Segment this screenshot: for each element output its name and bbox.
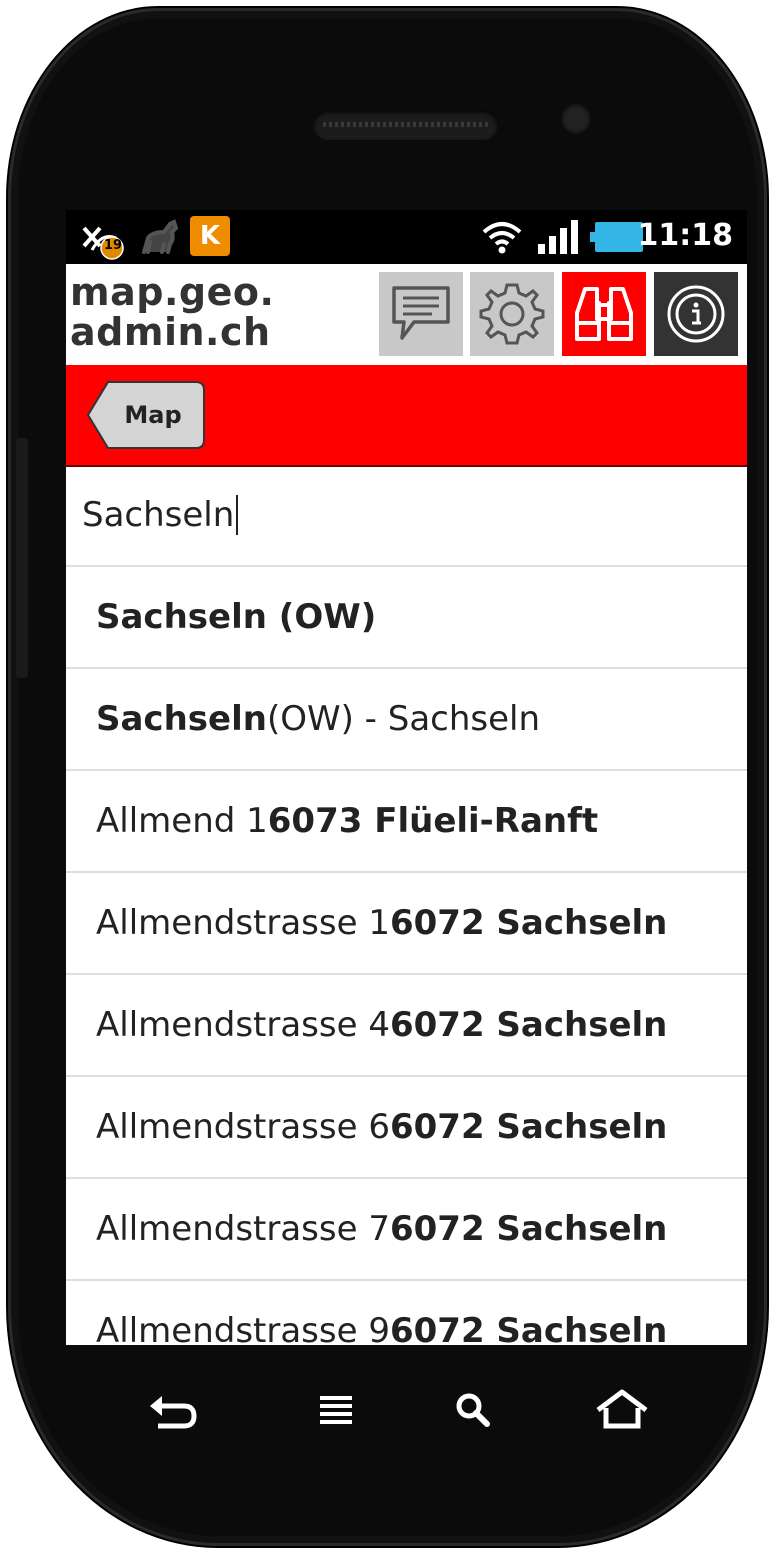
result-prefix: Allmendstrasse 1 (96, 903, 390, 943)
list-item[interactable]: Allmendstrasse 9 6072 Sachseln (66, 1281, 747, 1345)
map-back-label: Map (124, 401, 182, 429)
result-bold: 6073 Flüeli-Ranft (267, 801, 599, 841)
search-value-wrap: Sachseln (82, 495, 239, 535)
list-item[interactable]: Allmend 1 6073 Flüeli-Ranft (66, 771, 747, 873)
result-prefix: Allmend 1 (96, 801, 268, 841)
hardware-nav-bar (66, 1345, 747, 1475)
app-icon: K (190, 216, 230, 256)
result-bold: Sachseln (OW) (96, 597, 377, 637)
list-item[interactable]: Sachseln (OW) (66, 567, 747, 669)
speech-bubble-icon (392, 286, 450, 340)
search-nav-button[interactable] (438, 1375, 508, 1445)
menu-icon (320, 1396, 352, 1424)
battery-icon (590, 220, 644, 258)
wifi-icon (478, 216, 526, 260)
result-bold: 6072 Sachseln (389, 1005, 668, 1045)
app-icon-label: K (199, 221, 221, 251)
back-nav-button[interactable] (139, 1375, 209, 1445)
search-results-list: Sachseln (OW) Sachseln (OW) - Sachseln A… (66, 567, 747, 1345)
gear-icon (479, 283, 545, 345)
text-caret (236, 495, 239, 535)
map-back-button[interactable]: Map (86, 380, 206, 450)
logo-line-1: map.geo. (70, 270, 275, 314)
deer-icon (138, 218, 184, 260)
search-icon (456, 1393, 490, 1427)
result-prefix: Allmendstrasse 9 (96, 1311, 390, 1345)
settings-button[interactable] (470, 272, 554, 356)
result-bold: 6072 Sachseln (389, 1209, 668, 1249)
result-prefix: Allmendstrasse 7 (96, 1209, 390, 1249)
info-button[interactable] (654, 272, 738, 356)
result-bold: 6072 Sachseln (389, 903, 668, 943)
search-input[interactable]: Sachseln (66, 467, 747, 567)
search-value: Sachseln (82, 495, 235, 535)
app-logo[interactable]: map.geo. admin.ch (70, 272, 274, 352)
list-item[interactable]: Allmendstrasse 1 6072 Sachseln (66, 873, 747, 975)
front-camera (561, 104, 591, 134)
screen: 19 K 11:18 map.geo. admin.ch Map Sachsel… (66, 210, 747, 1345)
logo-line-2: admin.ch (70, 310, 271, 354)
signal-icon (536, 218, 584, 260)
list-item[interactable]: Sachseln (OW) - Sachseln (66, 669, 747, 771)
app-header: map.geo. admin.ch (66, 264, 747, 365)
status-bar: 19 K 11:18 (66, 210, 747, 264)
result-prefix: Allmendstrasse 6 (96, 1107, 390, 1147)
list-item[interactable]: Allmendstrasse 4 6072 Sachseln (66, 975, 747, 1077)
search-button[interactable] (562, 272, 646, 356)
back-icon (150, 1396, 197, 1429)
menu-nav-button[interactable] (301, 1375, 371, 1445)
result-suffix: (OW) - Sachseln (266, 699, 541, 739)
home-icon (596, 1389, 648, 1429)
result-bold: 6072 Sachseln (389, 1107, 668, 1147)
missed-call-icon: 19 (80, 220, 126, 264)
binoculars-icon (575, 287, 633, 341)
home-nav-button[interactable] (587, 1375, 657, 1445)
feedback-button[interactable] (379, 272, 463, 356)
info-icon (667, 285, 725, 343)
notification-badge: 19 (103, 238, 123, 253)
earpiece-speaker (313, 110, 498, 140)
list-item[interactable]: Allmendstrasse 7 6072 Sachseln (66, 1179, 747, 1281)
side-button (16, 438, 28, 678)
result-bold: Sachseln (96, 699, 267, 739)
result-prefix: Allmendstrasse 4 (96, 1005, 390, 1045)
status-clock: 11:18 (637, 218, 734, 253)
result-bold: 6072 Sachseln (389, 1311, 668, 1345)
list-item[interactable]: Allmendstrasse 6 6072 Sachseln (66, 1077, 747, 1179)
toolbar: Map (66, 365, 747, 467)
